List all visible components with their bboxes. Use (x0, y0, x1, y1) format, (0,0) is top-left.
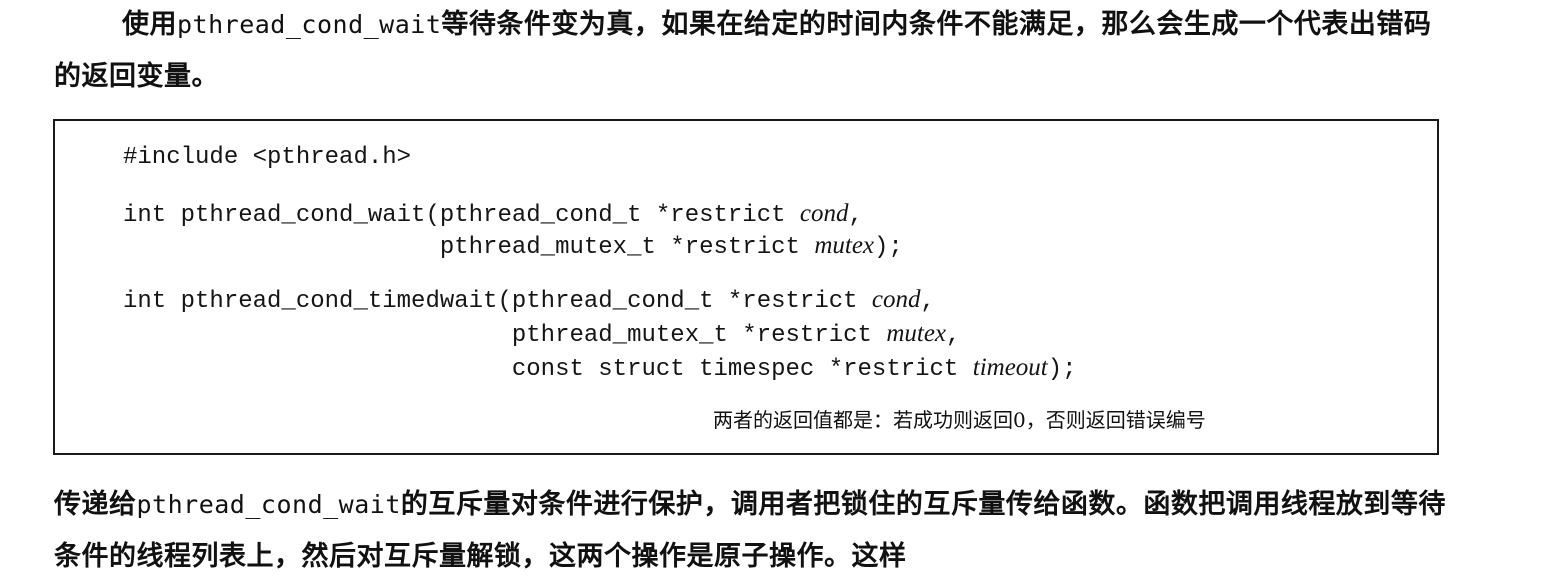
param-timeout: timeout (972, 354, 1048, 381)
code-text: ); (1047, 356, 1077, 383)
include-line: #include <pthread.h> (123, 144, 412, 171)
param-mutex: mutex (886, 320, 947, 347)
body-prefix: 传递给 (54, 489, 137, 520)
code-text: int pthread_cond_timedwait(pthread_cond_… (123, 288, 872, 315)
function-prototype-box: #include <pthread.h> int pthread_cond_wa… (53, 119, 1439, 455)
code-text: pthread_mutex_t *restrict (123, 234, 815, 261)
cond-timedwait-prototype-line-3: const struct timespec *restrict timeout)… (123, 353, 1077, 385)
param-cond: cond (799, 200, 849, 227)
code-text: , (848, 202, 863, 229)
code-text: ); (874, 234, 903, 261)
body-paragraph: 传递给pthread_cond_wait的互斥量对条件进行保护，调用者把锁住的互… (54, 479, 1454, 583)
param-cond: cond (871, 286, 921, 313)
return-value-note: 两者的返回值都是：若成功则返回0，否则返回错误编号 (713, 408, 1206, 432)
code-text: const struct timespec *restrict (123, 356, 973, 383)
cond-wait-prototype-line-2: pthread_mutex_t *restrict mutex); (123, 231, 903, 263)
intro-function-name: pthread_cond_wait (177, 10, 442, 39)
body-function-name: pthread_cond_wait (136, 490, 401, 519)
code-text: pthread_mutex_t *restrict (123, 322, 887, 349)
code-text: , (920, 288, 935, 315)
intro-prefix: 使用 (122, 9, 177, 40)
code-text: , (946, 322, 961, 349)
intro-paragraph: 使用pthread_cond_wait等待条件变为真，如果在给定的时间内条件不能… (54, 0, 1454, 103)
code-text: int pthread_cond_wait(pthread_cond_t *re… (123, 202, 800, 229)
cond-timedwait-prototype-line-2: pthread_mutex_t *restrict mutex, (123, 319, 961, 351)
cond-timedwait-prototype-line-1: int pthread_cond_timedwait(pthread_cond_… (123, 285, 935, 317)
cond-wait-prototype-line-1: int pthread_cond_wait(pthread_cond_t *re… (123, 199, 863, 231)
param-mutex: mutex (814, 232, 875, 259)
